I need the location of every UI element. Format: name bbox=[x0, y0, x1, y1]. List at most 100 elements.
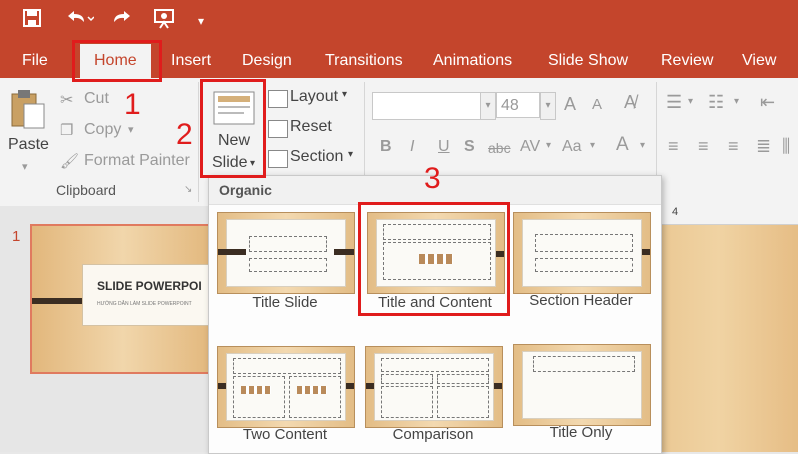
format-painter-button[interactable]: Format Painter bbox=[84, 152, 190, 170]
layout-label-two-content[interactable]: Two Content bbox=[217, 426, 353, 443]
tab-insert[interactable]: Insert bbox=[171, 42, 211, 78]
right-content-placeholder bbox=[437, 386, 489, 418]
font-name-dropdown-icon[interactable]: ▾ bbox=[480, 92, 496, 120]
underline-button[interactable]: U bbox=[438, 138, 450, 156]
tab-file[interactable]: File bbox=[22, 42, 48, 78]
clipboard-group-label: Clipboard bbox=[56, 182, 116, 198]
spacing-dropdown-icon[interactable]: ▾ bbox=[546, 140, 551, 151]
numbering-dropdown-icon[interactable]: ▾ bbox=[734, 96, 739, 107]
ruler-mark: 4 bbox=[672, 206, 679, 218]
band-right bbox=[334, 249, 354, 255]
change-case-button[interactable]: Aa bbox=[562, 138, 582, 156]
layout-dropdown-icon[interactable]: ▾ bbox=[342, 89, 347, 100]
slide-title: SLIDE POWERPOI bbox=[97, 279, 202, 293]
columns-icon[interactable]: ⫼ bbox=[782, 136, 790, 157]
layout-icon bbox=[268, 90, 288, 108]
bold-button[interactable]: B bbox=[380, 138, 392, 156]
align-right-icon[interactable]: ≡ bbox=[728, 136, 739, 157]
theme-name: Organic bbox=[219, 182, 272, 198]
section-button[interactable]: Section bbox=[290, 148, 343, 166]
layout-thumb-two-content[interactable] bbox=[217, 346, 355, 428]
layout-thumb-comparison[interactable] bbox=[365, 346, 503, 428]
paste-dropdown-icon[interactable]: ▾ bbox=[22, 160, 28, 173]
slide-number: 1 bbox=[12, 228, 21, 245]
font-name-input[interactable] bbox=[372, 92, 482, 120]
tab-view[interactable]: View bbox=[742, 42, 776, 78]
numbering-icon[interactable]: ☷ bbox=[708, 92, 724, 113]
customize-icon[interactable]: ▾ bbox=[194, 8, 208, 34]
title-placeholder bbox=[249, 236, 327, 252]
align-left-icon[interactable]: ≡ bbox=[668, 136, 679, 157]
layout-label-comparison[interactable]: Comparison bbox=[361, 426, 505, 443]
strikethrough-button[interactable]: abc bbox=[488, 140, 511, 156]
left-content-placeholder bbox=[381, 386, 433, 418]
cut-button[interactable]: Cut bbox=[84, 90, 109, 108]
clipboard-launcher-icon[interactable]: ↘ bbox=[184, 184, 192, 195]
font-color-button[interactable]: A bbox=[616, 134, 629, 156]
slide-band bbox=[32, 298, 82, 304]
slide-thumbnail-1[interactable]: SLIDE POWERPOI HƯỚNG DẪN LÀM SLIDE POWER… bbox=[30, 224, 224, 374]
paste-button[interactable]: Paste bbox=[8, 136, 49, 154]
title-placeholder bbox=[533, 356, 635, 372]
cut-icon: ✂ bbox=[60, 92, 74, 109]
section-icon bbox=[268, 150, 288, 168]
copy-icon: ❐ bbox=[60, 122, 74, 139]
copy-button[interactable]: Copy bbox=[84, 121, 121, 139]
layout-label-title-slide[interactable]: Title Slide bbox=[217, 294, 353, 311]
text-placeholder bbox=[535, 258, 633, 272]
step-2-label: 2 bbox=[176, 118, 193, 151]
decrease-indent-icon[interactable]: ⇤ bbox=[760, 92, 775, 113]
tab-review[interactable]: Review bbox=[661, 42, 713, 78]
right-content-placeholder bbox=[289, 376, 341, 418]
shrink-font-button[interactable]: A bbox=[592, 96, 602, 113]
bullets-dropdown-icon[interactable]: ▾ bbox=[688, 96, 693, 107]
save-icon[interactable] bbox=[20, 8, 44, 34]
font-size-input[interactable]: 48 bbox=[496, 92, 540, 118]
title-placeholder bbox=[535, 234, 633, 252]
layout-thumb-title-only[interactable] bbox=[513, 344, 651, 426]
subtitle-placeholder bbox=[249, 258, 327, 272]
layout-label-title-only[interactable]: Title Only bbox=[507, 424, 655, 441]
character-spacing-button[interactable]: AV bbox=[520, 138, 540, 156]
layout-label-section-header[interactable]: Section Header bbox=[507, 292, 655, 309]
step-3-label: 3 bbox=[424, 162, 441, 195]
title-placeholder bbox=[381, 358, 489, 372]
slide-canvas[interactable] bbox=[640, 206, 798, 452]
tab-transitions[interactable]: Transitions bbox=[325, 42, 403, 78]
layout-inner bbox=[522, 219, 642, 287]
band-left bbox=[366, 383, 374, 389]
step-1-label: 1 bbox=[124, 88, 141, 121]
section-dropdown-icon[interactable]: ▾ bbox=[348, 149, 353, 160]
bullets-icon[interactable]: ☰ bbox=[666, 92, 682, 113]
font-size-dropdown-icon[interactable]: ▾ bbox=[540, 92, 556, 120]
layout-thumb-title-slide[interactable] bbox=[217, 212, 355, 294]
tab-design[interactable]: Design bbox=[242, 42, 292, 78]
layout-button[interactable]: Layout bbox=[290, 88, 338, 106]
presenter-icon[interactable] bbox=[150, 8, 178, 34]
justify-icon[interactable]: ≣ bbox=[756, 136, 771, 157]
case-dropdown-icon[interactable]: ▾ bbox=[590, 140, 595, 151]
band-right bbox=[642, 249, 650, 255]
grow-font-button[interactable]: A bbox=[564, 94, 576, 115]
layout-thumb-section-header[interactable] bbox=[513, 212, 651, 294]
tab-slide-show[interactable]: Slide Show bbox=[548, 42, 628, 78]
highlight-home-tab bbox=[72, 40, 162, 82]
redo-icon[interactable] bbox=[110, 8, 136, 34]
font-color-dropdown-icon[interactable]: ▾ bbox=[640, 140, 645, 151]
clear-formatting-icon[interactable]: A̸ bbox=[624, 92, 636, 113]
shadow-button[interactable]: S bbox=[464, 138, 475, 156]
band-left bbox=[218, 383, 226, 389]
slide-title-box: SLIDE POWERPOI HƯỚNG DẪN LÀM SLIDE POWER… bbox=[82, 264, 224, 326]
copy-dropdown-icon[interactable]: ▾ bbox=[128, 123, 134, 136]
content-icons bbox=[241, 386, 271, 394]
band-right bbox=[494, 383, 502, 389]
paste-icon[interactable] bbox=[8, 88, 48, 132]
undo-icon[interactable] bbox=[62, 8, 96, 34]
reset-button[interactable]: Reset bbox=[290, 118, 332, 136]
tab-animations[interactable]: Animations bbox=[433, 42, 512, 78]
reset-icon bbox=[268, 120, 288, 138]
align-center-icon[interactable]: ≡ bbox=[698, 136, 709, 157]
italic-button[interactable]: I bbox=[410, 138, 414, 156]
layout-inner bbox=[374, 353, 494, 421]
right-heading-placeholder bbox=[437, 374, 489, 384]
